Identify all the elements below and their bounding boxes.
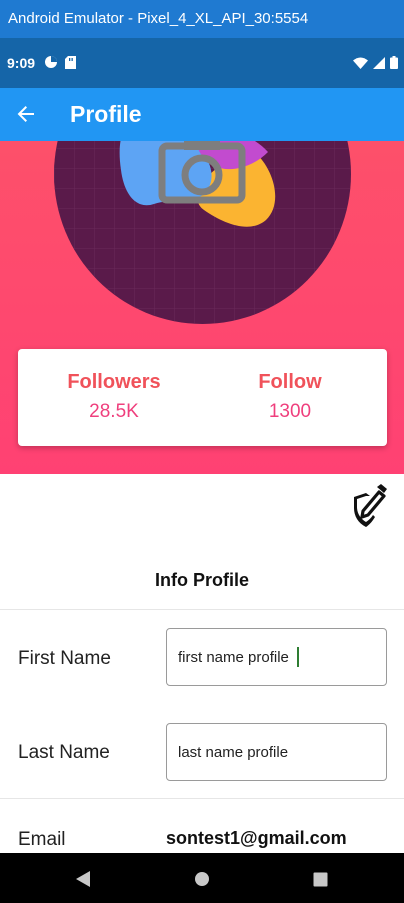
follow-count: 1300 [268, 401, 312, 422]
nav-recents-button[interactable] [309, 868, 331, 890]
emulator-window-title: Android Emulator - Pixel_4_XL_API_30:555… [0, 0, 404, 38]
followers-stat[interactable]: Followers 28.5K [44, 371, 184, 423]
page-title: Profile [70, 101, 142, 127]
app-bar: Profile [0, 88, 404, 141]
first-name-label: First Name [18, 648, 111, 669]
nav-back-button[interactable] [72, 868, 94, 890]
signal-icon [373, 56, 385, 69]
info-profile-title: Info Profile [155, 570, 249, 590]
followers-label: Followers [67, 371, 161, 393]
emulator-screen: Android Emulator - Pixel_4_XL_API_30:555… [0, 0, 404, 903]
status-system-icons [353, 56, 398, 69]
status-notification-icons [44, 55, 76, 69]
back-triangle-icon [76, 871, 90, 887]
data-saver-icon [45, 56, 57, 68]
email-value: sontest1@gmail.com [166, 828, 347, 848]
edit-shield-icon [354, 484, 387, 527]
stats-card: Followers 28.5K Follow 1300 [18, 349, 387, 446]
back-button[interactable] [12, 100, 40, 128]
profile-avatar[interactable] [54, 141, 351, 324]
recents-square-icon [313, 872, 327, 886]
nav-home-button[interactable] [191, 868, 213, 890]
follow-label: Follow [258, 371, 322, 393]
follow-stat[interactable]: Follow 1300 [220, 371, 360, 423]
text-caret [297, 647, 299, 667]
divider [0, 798, 404, 799]
battery-icon [390, 56, 398, 69]
navigation-bar [0, 853, 404, 903]
sd-card-icon [65, 55, 76, 69]
email-label: Email [18, 829, 66, 850]
home-circle-icon [195, 872, 209, 886]
status-bar: 9:09 [0, 38, 404, 88]
wifi-icon [353, 57, 368, 69]
last-name-label: Last Name [18, 742, 110, 763]
first-name-field[interactable] [166, 628, 387, 686]
edit-profile-button[interactable] [348, 484, 388, 528]
followers-count: 28.5K [89, 401, 139, 422]
arrow-back-icon [17, 106, 34, 122]
last-name-field[interactable] [166, 723, 387, 781]
status-time: 9:09 [7, 55, 36, 71]
divider [0, 609, 404, 610]
